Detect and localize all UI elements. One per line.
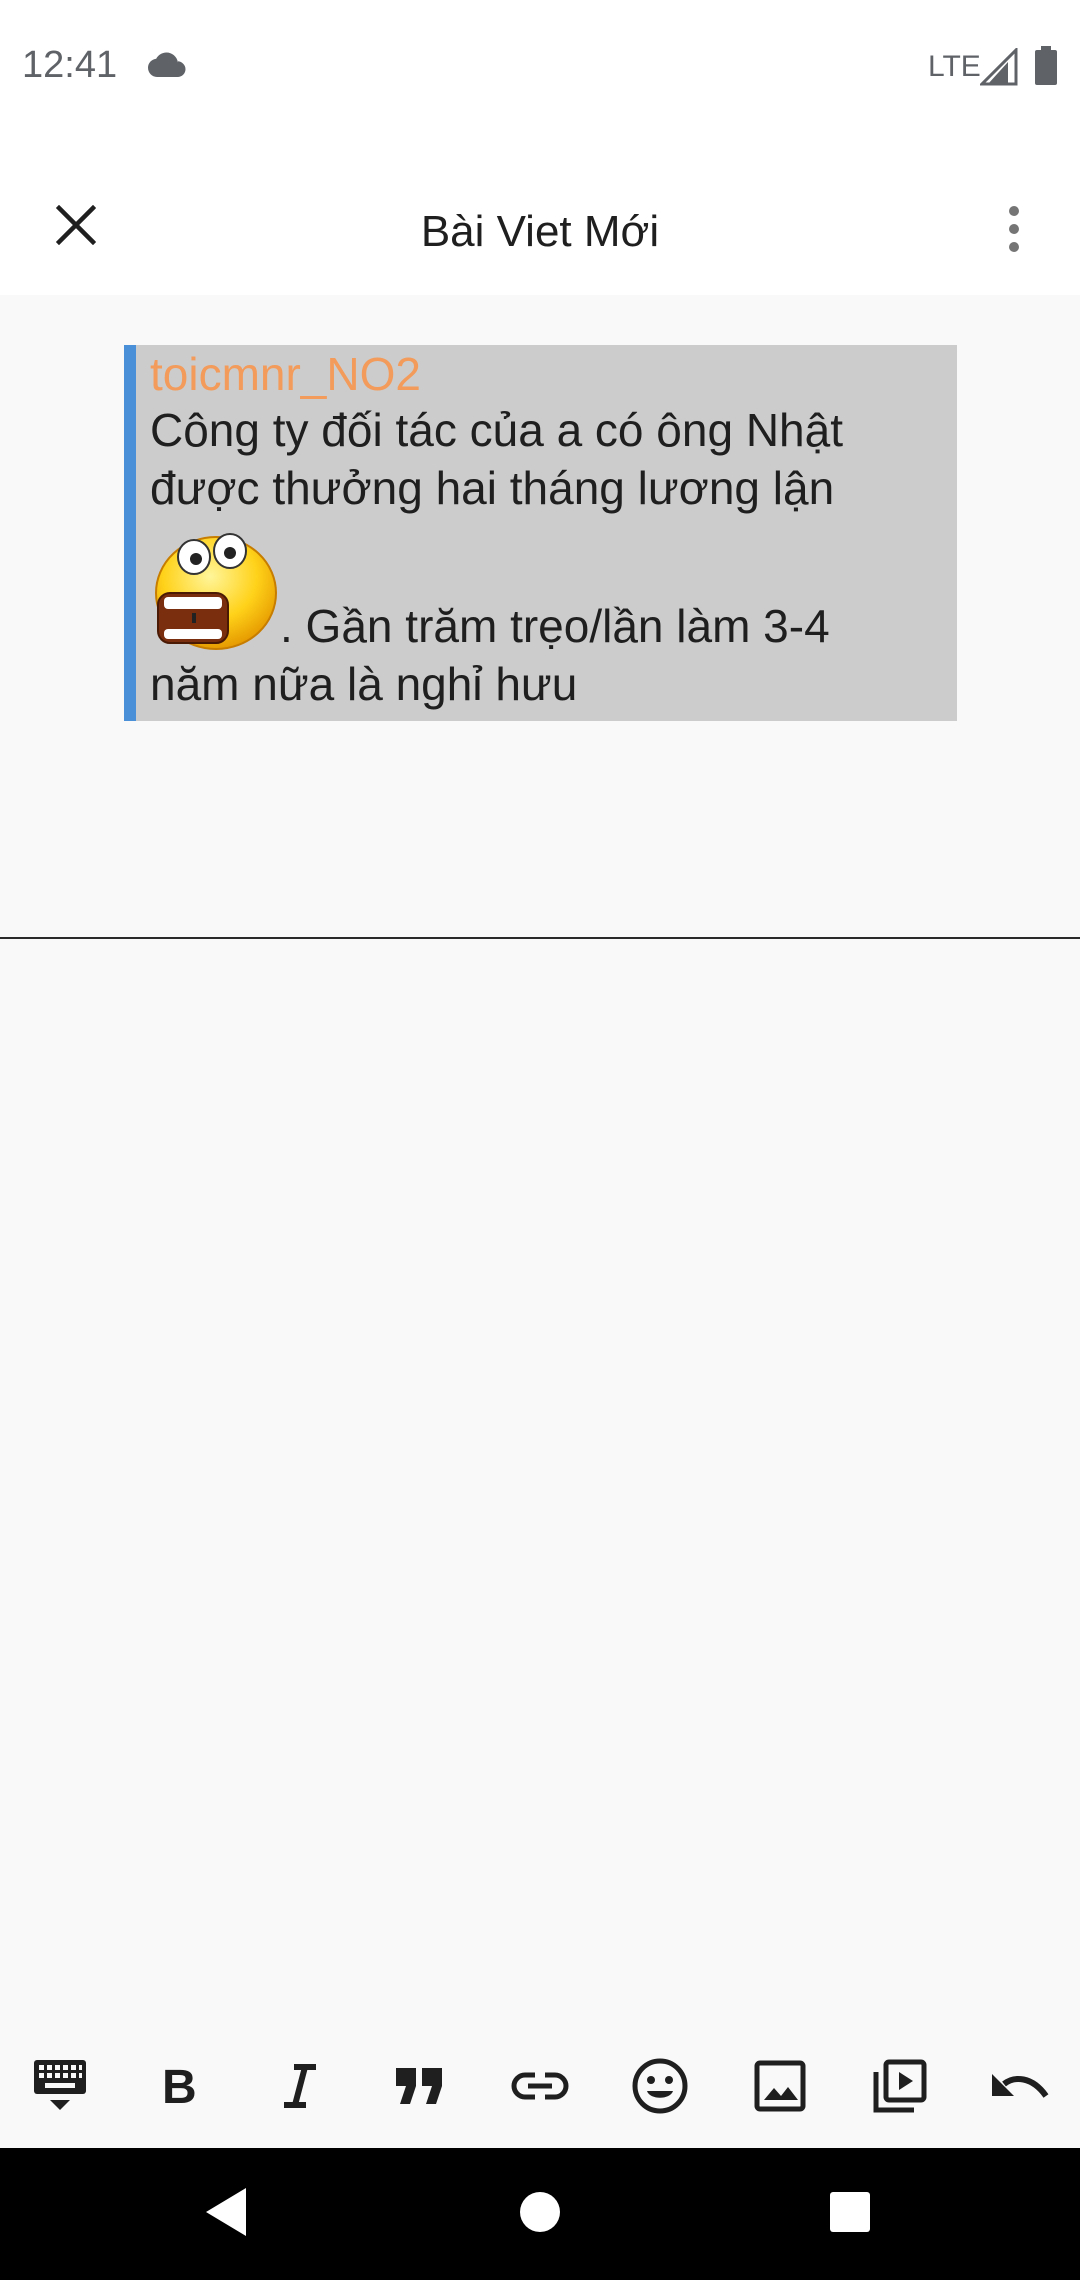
video-button[interactable] [855, 2043, 945, 2133]
shocked-emoji-icon [150, 531, 280, 655]
more-vert-icon [1007, 205, 1021, 258]
signal-icon [978, 46, 1018, 91]
bold-button[interactable]: B [135, 2043, 225, 2133]
back-button[interactable] [190, 2178, 262, 2250]
format-toolbar: B [0, 2028, 1080, 2148]
italic-icon [280, 2063, 320, 2114]
quote-username: toicmnr_NO2 [150, 348, 421, 400]
home-button[interactable] [504, 2178, 576, 2250]
recents-button[interactable] [814, 2178, 886, 2250]
editor-content[interactable]: toicmnr_NO2 Công ty đối tác của a có ông… [0, 295, 1080, 938]
page-title: Bài Viet Mới [420, 207, 660, 256]
cloud-icon [148, 52, 186, 83]
emoji-button[interactable] [615, 2043, 705, 2133]
back-icon [202, 2186, 250, 2243]
quote-line-1: Công ty đối tác của a có ông Nhật [150, 404, 843, 456]
link-button[interactable] [495, 2043, 585, 2133]
link-icon [511, 2071, 569, 2106]
text-input-area[interactable] [0, 939, 1080, 2028]
quote-line-2: được thưởng hai tháng lương lận [150, 462, 835, 514]
app-bar: Bài Viet Mới [0, 135, 1080, 295]
quote-line-4: năm nữa là nghỉ hưu [150, 658, 578, 710]
battery-icon [1034, 46, 1058, 91]
bold-icon: B [160, 2061, 200, 2114]
svg-text:B: B [162, 2063, 197, 2109]
video-icon [872, 2058, 928, 2119]
status-bar: 12:41 LTE [0, 0, 1080, 135]
quote-line-3: . Gần trăm trẹo/lần làm 3-4 [280, 600, 830, 652]
image-button[interactable] [735, 2043, 825, 2133]
keyboard-hide-button[interactable] [15, 2043, 105, 2133]
emoji-icon [632, 2058, 688, 2119]
undo-button[interactable] [975, 2043, 1065, 2133]
more-options-button[interactable] [990, 203, 1038, 259]
image-icon [754, 2060, 806, 2117]
keyboard-hide-icon [32, 2058, 88, 2119]
undo-icon [990, 2068, 1050, 2109]
quote-block: toicmnr_NO2 Công ty đối tác của a có ông… [124, 345, 957, 721]
quote-button[interactable] [375, 2043, 465, 2133]
italic-button[interactable] [255, 2043, 345, 2133]
quote-icon [394, 2066, 446, 2111]
network-type: LTE [928, 50, 981, 83]
recents-icon [828, 2190, 872, 2239]
home-icon [518, 2190, 562, 2239]
system-nav-bar [0, 2148, 1080, 2280]
status-time: 12:41 [22, 44, 118, 86]
